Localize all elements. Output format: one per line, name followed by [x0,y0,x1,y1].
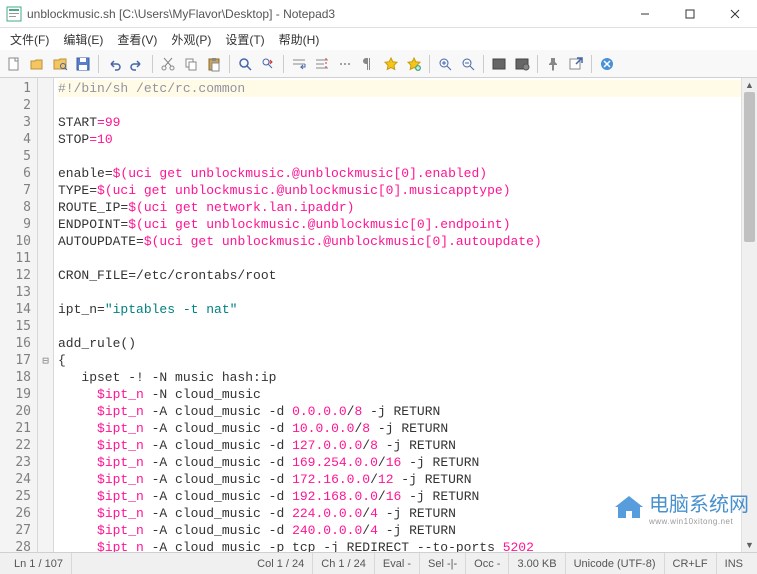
paste-icon[interactable] [203,53,225,75]
cut-icon[interactable] [157,53,179,75]
zoom-out-icon[interactable] [457,53,479,75]
whitespace-icon[interactable] [334,53,356,75]
copy-icon[interactable] [180,53,202,75]
status-eol[interactable]: CR+LF [665,553,717,574]
open-file-icon[interactable] [26,53,48,75]
find-icon[interactable] [234,53,256,75]
zoom-in-icon[interactable] [434,53,456,75]
launch-icon[interactable] [565,53,587,75]
minimize-button[interactable] [622,0,667,28]
undo-icon[interactable] [103,53,125,75]
watermark-text: 电脑系统网 [649,494,749,516]
status-ch[interactable]: Ch 1 / 24 [313,553,375,574]
replace-icon[interactable] [257,53,279,75]
scrollbar-thumb[interactable] [744,92,755,242]
watermark-house-icon [615,496,643,518]
menu-view[interactable]: 查看(V) [111,29,163,50]
status-col[interactable]: Col 1 / 24 [249,553,313,574]
statusbar: Ln 1 / 107 Col 1 / 24 Ch 1 / 24 Eval - S… [0,552,757,574]
status-eval[interactable]: Eval - [375,553,420,574]
menu-settings[interactable]: 设置(T) [219,29,270,50]
fold-gutter[interactable]: ⊟ [38,78,54,552]
menu-help[interactable]: 帮助(H) [273,29,326,50]
browse-icon[interactable] [49,53,71,75]
menu-appearance[interactable]: 外观(P) [165,29,217,50]
line-number-gutter: 1234567891011121314151617181920212223242… [0,78,38,552]
status-sel[interactable]: Sel -|- [420,553,466,574]
new-file-icon[interactable] [3,53,25,75]
pin-icon[interactable] [542,53,564,75]
pilcrow-icon[interactable] [357,53,379,75]
code-content[interactable]: #!/bin/sh /etc/rc.common START=99STOP=10… [54,78,757,552]
watermark-url: www.win10xitong.net [649,517,749,526]
status-size[interactable]: 3.00 KB [509,553,565,574]
scroll-down-arrow[interactable]: ▼ [742,538,757,552]
toolbar [0,50,757,78]
status-ins[interactable]: INS [717,553,751,574]
window-title: unblockmusic.sh [C:\Users\MyFlavor\Deskt… [27,7,335,21]
exit-icon[interactable] [596,53,618,75]
app-icon [6,6,22,22]
close-button[interactable] [712,0,757,28]
menu-edit[interactable]: 编辑(E) [57,29,109,50]
watermark: 电脑系统网 www.win10xitong.net [615,488,749,526]
titlebar: unblockmusic.sh [C:\Users\MyFlavor\Deskt… [0,0,757,28]
status-occ[interactable]: Occ - [466,553,509,574]
maximize-button[interactable] [667,0,712,28]
status-line[interactable]: Ln 1 / 107 [6,553,72,574]
editor-area[interactable]: 1234567891011121314151617181920212223242… [0,78,757,552]
wordwrap-icon[interactable] [288,53,310,75]
menu-file[interactable]: 文件(F) [4,29,55,50]
favorite-icon[interactable] [380,53,402,75]
manage-favorites-icon[interactable] [403,53,425,75]
scheme-icon[interactable] [488,53,510,75]
window-controls [622,0,757,28]
longlines-icon[interactable] [311,53,333,75]
redo-icon[interactable] [126,53,148,75]
scheme-config-icon[interactable] [511,53,533,75]
save-icon[interactable] [72,53,94,75]
status-encoding[interactable]: Unicode (UTF-8) [566,553,665,574]
scroll-up-arrow[interactable]: ▲ [742,78,757,92]
vertical-scrollbar[interactable]: ▲ ▼ [741,78,757,552]
menubar: 文件(F) 编辑(E) 查看(V) 外观(P) 设置(T) 帮助(H) [0,28,757,50]
